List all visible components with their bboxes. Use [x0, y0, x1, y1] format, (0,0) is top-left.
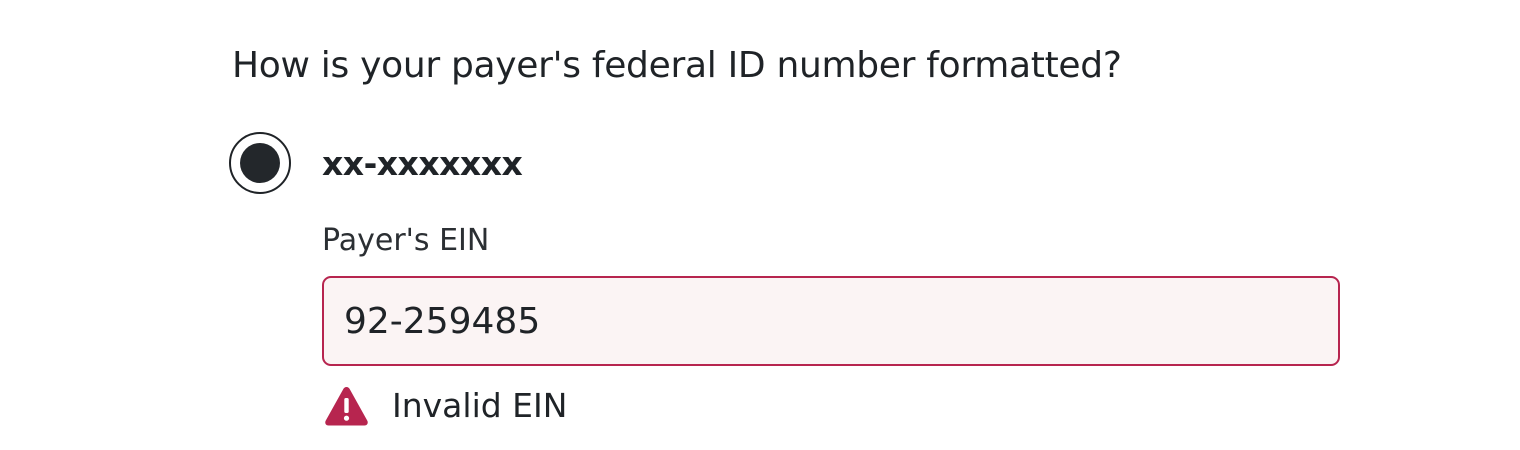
ein-field-label: Payer's EIN — [322, 223, 490, 258]
format-option-radio-row[interactable]: xx-xxxxxxx — [229, 130, 523, 196]
radio-selected-dot — [240, 143, 280, 183]
error-message: Invalid EIN — [324, 384, 567, 428]
error-text: Invalid EIN — [392, 386, 568, 425]
ein-input[interactable] — [322, 276, 1340, 366]
format-option-radio[interactable] — [229, 132, 291, 194]
question-heading: How is your payer's federal ID number fo… — [232, 45, 1122, 86]
warning-icon — [325, 387, 368, 426]
format-option-label[interactable]: xx-xxxxxxx — [322, 144, 523, 184]
